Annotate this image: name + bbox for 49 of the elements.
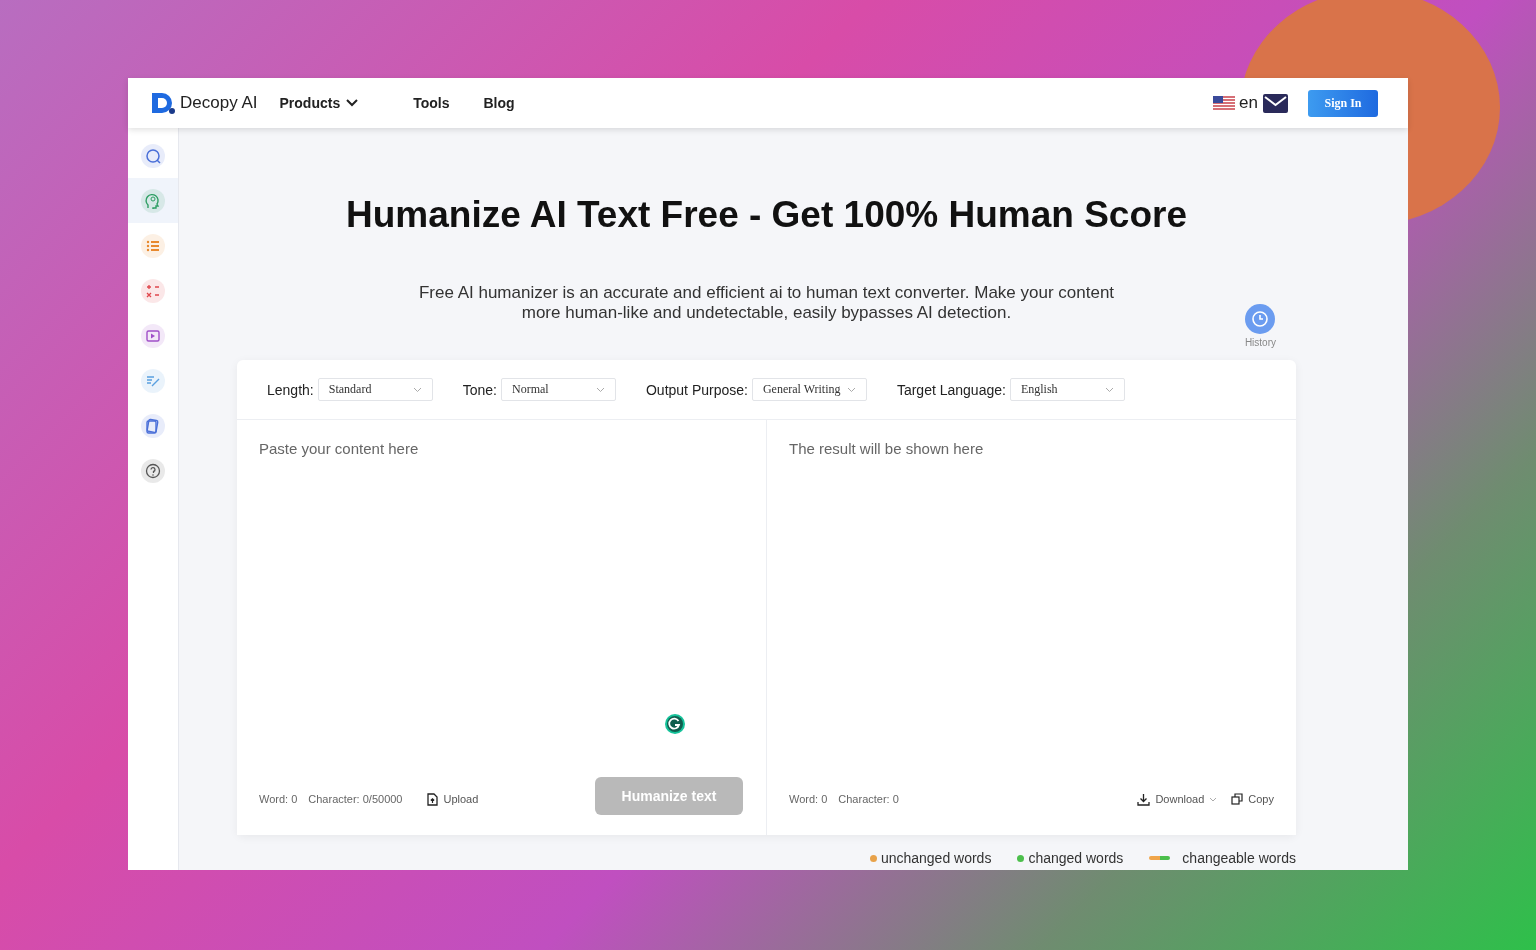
logo-icon [150, 91, 176, 115]
dropdown-select[interactable]: General Writing [751, 378, 867, 401]
head-icon [141, 188, 165, 213]
brand-name: Decopy AI [180, 93, 258, 113]
dropdown-select[interactable]: English [1009, 378, 1125, 401]
nav-link[interactable]: Blog [483, 95, 515, 111]
character-count: Character: 0 [838, 793, 899, 805]
option-label: Length: [267, 381, 314, 398]
list-icon [141, 233, 165, 258]
flag-icon [1213, 96, 1236, 110]
legend-label: changed words [1028, 850, 1124, 866]
clock-icon [1245, 304, 1276, 334]
help-icon [141, 458, 165, 483]
chevron-down-icon [1104, 386, 1114, 393]
video-icon [141, 323, 165, 348]
page-description: Free AI humanizer is an accurate and efficient ai to human text converter. Make your content more human-like and undetectable, easily bypasses AI detection. [417, 283, 1116, 323]
download-icon [1137, 792, 1151, 806]
calculator-icon [141, 278, 165, 303]
page-title: Humanize AI Text Free - Get 100% Human Score [346, 194, 1187, 236]
option-label: Target Language: [896, 381, 1006, 398]
history-label: History [1244, 337, 1276, 348]
grammar-check-icon[interactable] [665, 714, 685, 734]
copy-icon [1231, 793, 1244, 805]
nav-link[interactable]: Tools [413, 95, 450, 111]
language-label[interactable]: en [1239, 93, 1258, 113]
word-count: Word: 0 [259, 793, 298, 805]
mail-icon[interactable] [1263, 93, 1288, 113]
chevron-down-icon [595, 386, 605, 393]
word-count: Word: 0 [789, 793, 828, 805]
copy-button[interactable]: Copy [1231, 793, 1274, 805]
option-label: Output Purpose: [645, 381, 748, 398]
sign-in-button[interactable]: Sign In [1308, 89, 1378, 117]
pencil-icon [141, 368, 165, 393]
dropdown-select[interactable]: Standard [317, 378, 433, 401]
cards-icon [141, 413, 165, 438]
character-count: Character: 0/50000 [308, 793, 403, 805]
download-button[interactable]: Download [1137, 792, 1218, 806]
file-upload-icon [427, 792, 439, 806]
option-label: Tone: [462, 381, 497, 398]
legend-label: changeable words [1182, 850, 1296, 866]
ai-search-icon [141, 143, 165, 168]
upload-button[interactable]: Upload [427, 792, 479, 806]
sidebar-item[interactable] [128, 178, 178, 223]
chevron-down-icon [412, 386, 422, 393]
chevron-down-icon [1209, 796, 1218, 802]
legend-label: unchanged words [880, 850, 992, 866]
chevron-down-icon [846, 386, 856, 393]
nav-link[interactable]: Products [279, 95, 359, 111]
dropdown-select[interactable]: Normal [500, 378, 616, 401]
